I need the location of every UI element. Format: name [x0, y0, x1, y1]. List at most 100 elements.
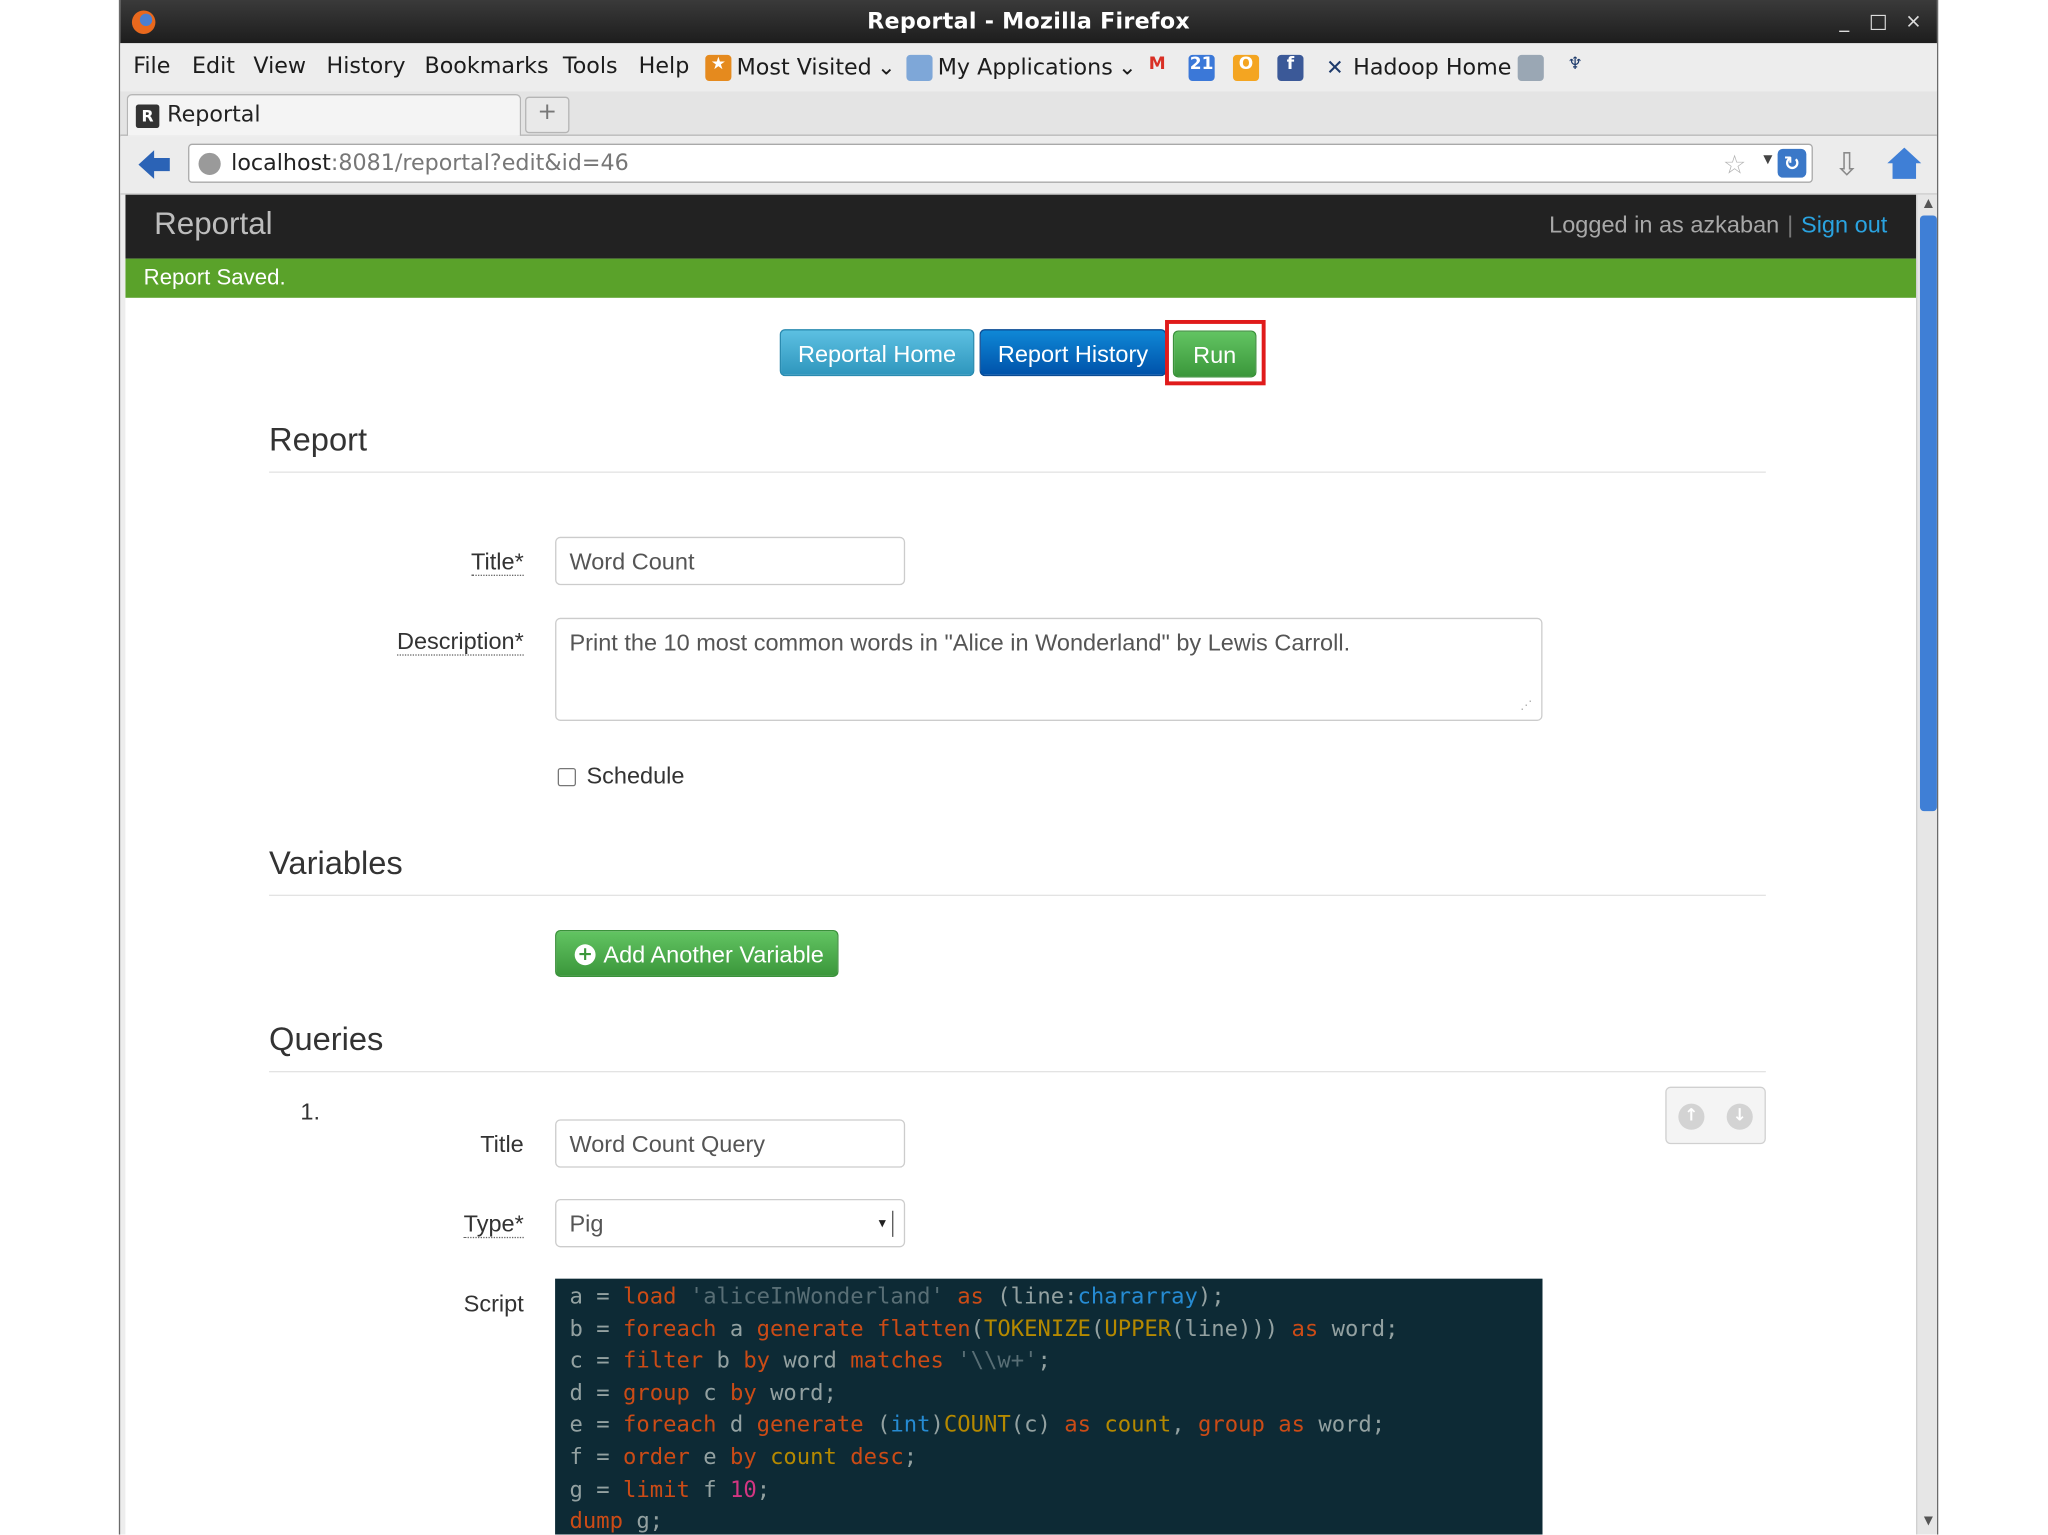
query-type-label-text: Type* — [463, 1210, 524, 1239]
sign-out-link[interactable]: Sign out — [1801, 212, 1887, 238]
url-host: localhost — [231, 150, 331, 177]
divider — [269, 1071, 1766, 1073]
variables-heading: Variables — [269, 845, 403, 882]
bookmark-zookeeper[interactable]: ♆ — [1562, 51, 1588, 85]
new-tab-button[interactable]: + — [525, 96, 570, 134]
home-icon[interactable] — [1886, 145, 1923, 182]
script-token: f — [703, 1476, 730, 1503]
firefox-window: Reportal - Mozilla Firefox _ □ × File Ed… — [118, 0, 1939, 1535]
title-label-text: Title* — [471, 548, 524, 576]
script-line: e = foreach d generate (int)COUNT(c) as … — [569, 1412, 1528, 1444]
menu-bookmarks[interactable]: Bookmarks — [424, 54, 548, 80]
script-editor[interactable]: a = load 'aliceInWonderland' as (line:ch… — [555, 1278, 1543, 1535]
script-token: g; — [636, 1508, 664, 1535]
hadoop-icon: ✕ — [1326, 54, 1344, 80]
query-type-select[interactable]: Pig ▾ — [555, 1198, 906, 1248]
script-token: group — [622, 1380, 704, 1407]
menu-view[interactable]: View — [253, 54, 306, 80]
menu-edit[interactable]: Edit — [192, 54, 235, 80]
move-down-icon[interactable]: ↓ — [1726, 1103, 1753, 1130]
schedule-checkbox[interactable] — [557, 767, 576, 786]
script-token: as — [1064, 1412, 1105, 1439]
script-token: (c) — [1010, 1412, 1065, 1439]
move-up-icon[interactable]: ↑ — [1678, 1103, 1705, 1130]
script-token: limit — [622, 1476, 704, 1503]
schedule-label: Schedule — [586, 762, 685, 789]
script-token: g — [569, 1476, 597, 1503]
schedule-row[interactable]: Schedule — [557, 762, 685, 790]
gmail-icon: M — [1148, 54, 1166, 75]
scrollbar-thumb[interactable] — [1919, 215, 1937, 812]
script-token: dump — [569, 1508, 637, 1535]
script-token: , — [1171, 1412, 1198, 1439]
maximize-button[interactable]: □ — [1865, 8, 1891, 34]
add-variable-label: Add Another Variable — [603, 941, 824, 968]
bookmark-facebook[interactable]: f — [1277, 51, 1304, 85]
menu-tools[interactable]: Tools — [563, 54, 618, 80]
script-line: d = group c by word; — [569, 1380, 1528, 1412]
user-bar: Logged in as azkaban | Sign out — [1549, 212, 1887, 239]
bookmark-calendar[interactable]: 21 — [1188, 51, 1215, 85]
url-text[interactable]: localhost:8081/reportal?edit&id=46 — [231, 150, 629, 176]
script-token: ; — [903, 1444, 918, 1471]
query-type-value: Pig — [569, 1210, 604, 1237]
query-type-label: Type* — [289, 1210, 524, 1239]
script-token: foreach — [622, 1412, 730, 1439]
globe-icon — [198, 152, 221, 176]
reportal-home-button[interactable]: Reportal Home — [779, 329, 975, 377]
menu-history[interactable]: History — [327, 54, 406, 80]
script-token: f — [569, 1444, 597, 1471]
bookmark-my-applications[interactable]: My Applications ⌄ — [906, 51, 1137, 85]
query-title-input[interactable]: Word Count Query — [555, 1119, 906, 1168]
close-window-button[interactable]: × — [1900, 8, 1926, 34]
title-input[interactable]: Word Count — [555, 536, 906, 586]
script-label: Script — [463, 1290, 524, 1317]
divider — [269, 471, 1766, 473]
script-token: order — [622, 1444, 704, 1471]
script-token: = — [596, 1348, 623, 1375]
most-visited-label: Most Visited — [736, 54, 872, 81]
bookmark-star-icon[interactable]: ☆ — [1723, 149, 1746, 180]
script-token: group — [1197, 1412, 1279, 1439]
scroll-up-icon[interactable]: ▲ — [1920, 197, 1937, 214]
app-header: Reportal Logged in as azkaban | Sign out — [125, 194, 1917, 259]
script-token: word; — [1331, 1316, 1399, 1343]
menu-file[interactable]: File — [133, 54, 170, 80]
bookmark-hadoop-home[interactable]: ✕ Hadoop Home — [1322, 51, 1511, 85]
add-variable-button[interactable]: + Add Another Variable — [555, 929, 839, 977]
tab-reportal[interactable]: R Reportal — [126, 94, 522, 136]
script-token: d — [729, 1412, 757, 1439]
download-arrow-icon[interactable]: ⇩ — [1834, 146, 1860, 183]
scroll-down-icon[interactable]: ▼ — [1920, 1515, 1937, 1532]
reload-icon[interactable]: ↻ — [1777, 148, 1807, 178]
description-textarea[interactable]: Print the 10 most common words in "Alice… — [555, 617, 1543, 721]
script-token: by — [729, 1380, 771, 1407]
script-token: = — [596, 1476, 623, 1503]
back-arrow-icon[interactable] — [136, 146, 173, 183]
minimize-button[interactable]: _ — [1831, 8, 1857, 34]
menu-bar: File Edit View History Bookmarks Tools H… — [120, 44, 1937, 92]
bookmark-orange-app[interactable]: O — [1232, 51, 1260, 85]
bookmark-elephant[interactable] — [1517, 51, 1544, 85]
facebook-icon: f — [1277, 54, 1304, 81]
script-token: e — [703, 1444, 730, 1471]
bookmark-gmail[interactable]: M — [1144, 51, 1170, 85]
script-token: ( — [1090, 1316, 1105, 1343]
script-token: count — [770, 1444, 851, 1471]
tab-label: Reportal — [167, 101, 261, 128]
reportal-favicon-icon: R — [135, 104, 160, 128]
script-token: a — [569, 1283, 597, 1311]
history-dropdown-icon[interactable]: ▾ — [1763, 149, 1772, 170]
vertical-scrollbar[interactable]: ▲ ▼ — [1916, 194, 1937, 1535]
menu-help[interactable]: Help — [639, 54, 690, 80]
report-history-button[interactable]: Report History — [979, 329, 1167, 377]
script-token: int — [890, 1412, 931, 1439]
brand[interactable]: Reportal — [154, 206, 272, 243]
chevron-down-icon: ⌄ — [877, 54, 896, 81]
bookmark-most-visited[interactable]: ★ Most Visited ⌄ — [705, 51, 896, 85]
script-token: generate — [756, 1316, 878, 1343]
script-line: f = order e by count desc; — [569, 1445, 1528, 1477]
address-bar[interactable]: localhost:8081/reportal?edit&id=46 ☆ ▾ ↻ — [188, 143, 1813, 183]
window-title: Reportal - Mozilla Firefox — [867, 9, 1190, 36]
resize-grip-icon[interactable]: ⋰ — [1520, 699, 1536, 715]
